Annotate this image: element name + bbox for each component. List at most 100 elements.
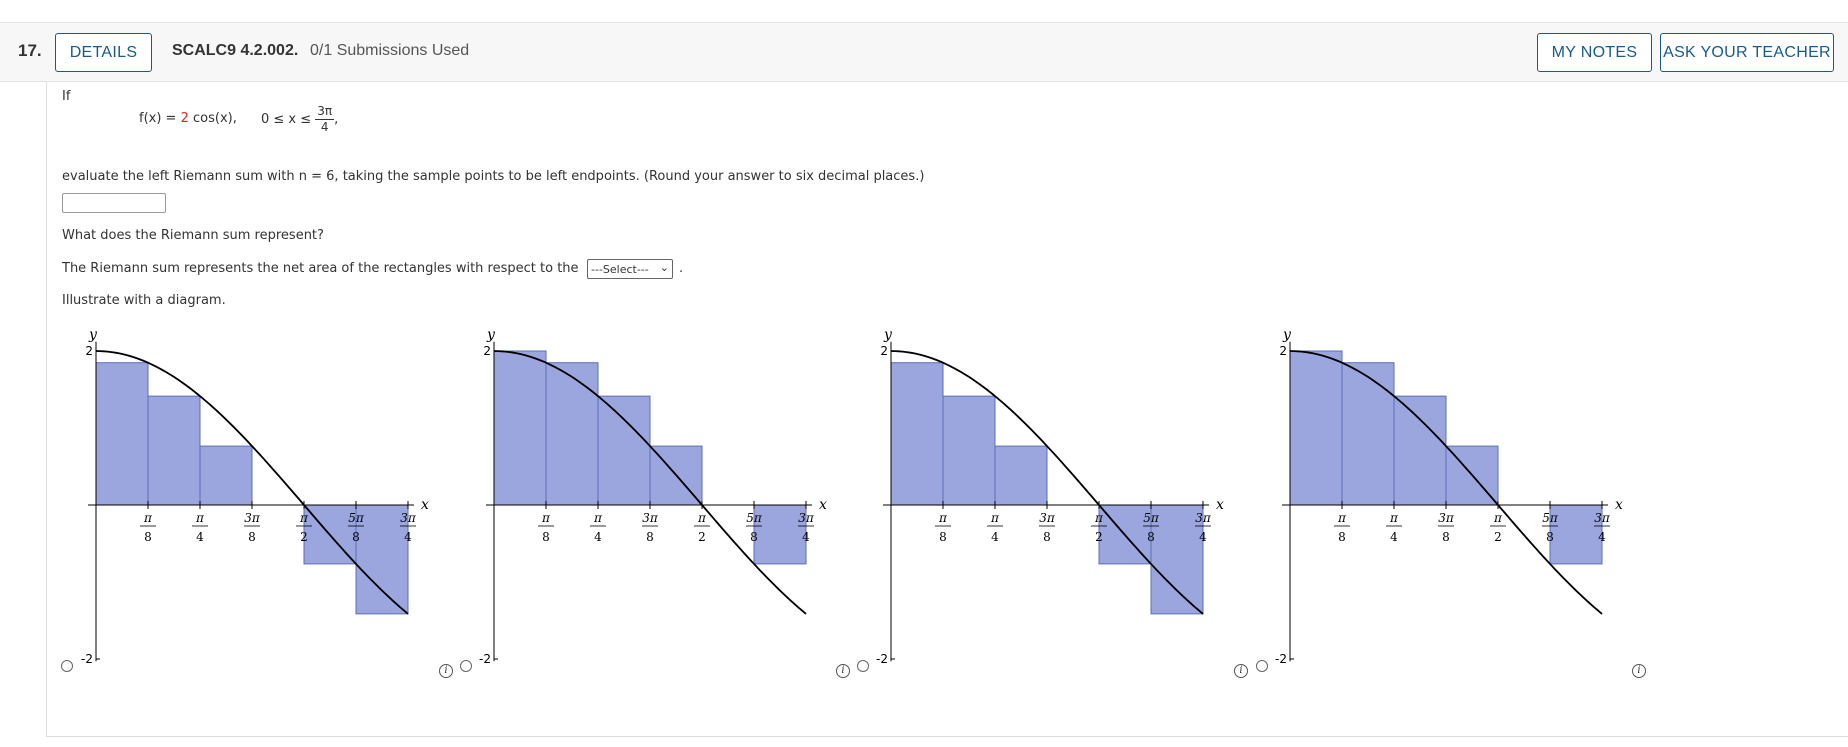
x-tick-label: π bbox=[697, 511, 707, 525]
x-tick-label: 3π bbox=[244, 511, 261, 525]
x-tick-label: 8 bbox=[1442, 530, 1450, 544]
x-tick-label: 3π bbox=[1039, 511, 1056, 525]
y-axis-label: y bbox=[486, 327, 496, 343]
x-tick-label: 5π bbox=[1542, 511, 1559, 525]
x-tick-label: π bbox=[593, 511, 603, 525]
x-tick-label: 8 bbox=[1338, 530, 1346, 544]
x-tick-label: 4 bbox=[1199, 530, 1207, 544]
domain-definition: 0 ≤ x ≤ 3π 4, bbox=[261, 104, 339, 134]
x-tick-label: 3π bbox=[1195, 511, 1212, 525]
riemann-rect bbox=[994, 445, 1048, 506]
my-notes-button[interactable]: MY NOTES bbox=[1537, 33, 1652, 72]
option-radio-2[interactable] bbox=[460, 660, 472, 672]
option-radio-3[interactable] bbox=[857, 660, 869, 672]
y-tick-label: 2 bbox=[85, 344, 93, 358]
x-tick-label: 8 bbox=[352, 530, 360, 544]
x-tick-label: 8 bbox=[542, 530, 550, 544]
x-tick-label: 5π bbox=[746, 511, 763, 525]
x-axis-label: x bbox=[421, 497, 429, 513]
x-tick-label: 4 bbox=[404, 530, 412, 544]
x-tick-label: 8 bbox=[144, 530, 152, 544]
select-tail: . bbox=[679, 261, 684, 276]
riemann-rect bbox=[1341, 362, 1395, 506]
x-tick-label: π bbox=[1337, 511, 1347, 525]
y-tick-label: -2 bbox=[81, 652, 93, 666]
riemann-rect bbox=[199, 445, 253, 506]
if-text: If bbox=[62, 89, 71, 104]
x-tick-label: 8 bbox=[750, 530, 758, 544]
ask-teacher-button[interactable]: ASK YOUR TEACHER bbox=[1660, 33, 1834, 72]
x-tick-label: 8 bbox=[248, 530, 256, 544]
x-tick-label: 4 bbox=[1598, 530, 1606, 544]
riemann-rect bbox=[147, 395, 201, 506]
represent-select[interactable]: ---Select--- ⌄ bbox=[587, 259, 673, 279]
riemann-rect bbox=[493, 350, 547, 506]
x-tick-label: 8 bbox=[1043, 530, 1051, 544]
y-tick-label: -2 bbox=[876, 652, 888, 666]
y-tick-label: 2 bbox=[1279, 344, 1287, 358]
x-tick-label: 4 bbox=[196, 530, 204, 544]
answer-input[interactable] bbox=[62, 193, 166, 213]
submissions-count: 0/1 Submissions Used bbox=[310, 42, 470, 59]
illustrate-text: Illustrate with a diagram. bbox=[62, 293, 226, 308]
x-tick-label: 5π bbox=[1143, 511, 1160, 525]
x-tick-label: 3π bbox=[642, 511, 659, 525]
y-axis-label: y bbox=[1282, 327, 1292, 343]
riemann-rect bbox=[545, 362, 599, 506]
x-tick-label: π bbox=[1389, 511, 1399, 525]
x-axis-label: x bbox=[1216, 497, 1224, 513]
x-tick-label: π bbox=[299, 511, 309, 525]
x-tick-label: π bbox=[1493, 511, 1503, 525]
x-tick-label: 8 bbox=[1147, 530, 1155, 544]
x-tick-label: π bbox=[541, 511, 551, 525]
x-tick-label: 8 bbox=[646, 530, 654, 544]
x-tick-label: 4 bbox=[802, 530, 810, 544]
x-tick-label: 8 bbox=[939, 530, 947, 544]
x-tick-label: 2 bbox=[1095, 530, 1103, 544]
x-tick-label: π bbox=[938, 511, 948, 525]
function-definition: f(x) = 2 cos(x), bbox=[139, 111, 237, 126]
y-axis-label: y bbox=[883, 327, 893, 343]
y-tick-label: 2 bbox=[483, 344, 491, 358]
riemann-rect bbox=[1393, 395, 1447, 506]
x-tick-label: 4 bbox=[1390, 530, 1398, 544]
represent-question: What does the Riemann sum represent? bbox=[62, 228, 324, 243]
riemann-rect bbox=[1289, 350, 1343, 506]
info-icon[interactable]: i bbox=[1234, 664, 1248, 678]
x-tick-label: 2 bbox=[698, 530, 706, 544]
x-axis-label: x bbox=[1615, 497, 1623, 513]
x-tick-label: 3π bbox=[400, 511, 417, 525]
x-tick-label: 3π bbox=[1594, 511, 1611, 525]
x-tick-label: π bbox=[990, 511, 1000, 525]
riemann-rect bbox=[942, 395, 996, 506]
riemann-graph-4: 2 -2 π 8 π 4 3π 8 π 2 5π 8 3π 4 x y bbox=[1275, 327, 1623, 666]
chevron-down-icon: ⌄ bbox=[659, 261, 669, 274]
x-tick-label: 3π bbox=[1438, 511, 1455, 525]
x-tick-label: 2 bbox=[300, 530, 308, 544]
y-tick-label: -2 bbox=[1275, 652, 1287, 666]
info-icon[interactable]: i bbox=[836, 664, 850, 678]
x-tick-label: 3π bbox=[798, 511, 815, 525]
instruction-text: evaluate the left Riemann sum with n = 6… bbox=[62, 169, 925, 184]
question-code: SCALC9 4.2.002. bbox=[172, 42, 299, 59]
x-tick-label: 4 bbox=[991, 530, 999, 544]
info-icon[interactable]: i bbox=[1632, 664, 1646, 678]
x-tick-label: 8 bbox=[1546, 530, 1554, 544]
x-tick-label: π bbox=[195, 511, 205, 525]
x-tick-label: π bbox=[1094, 511, 1104, 525]
riemann-graph-2: 2 -2 π 8 π 4 3π 8 π 2 5π 8 3π 4 x y bbox=[479, 327, 827, 666]
coefficient: 2 bbox=[180, 111, 189, 126]
riemann-rect bbox=[95, 362, 149, 506]
details-button[interactable]: DETAILS bbox=[55, 33, 152, 72]
represent-text: The Riemann sum represents the net area … bbox=[62, 261, 579, 276]
info-icon[interactable]: i bbox=[439, 664, 453, 678]
x-tick-label: π bbox=[143, 511, 153, 525]
riemann-rect bbox=[890, 362, 944, 506]
option-radio-1[interactable] bbox=[61, 660, 73, 672]
x-tick-label: 4 bbox=[594, 530, 602, 544]
option-radio-4[interactable] bbox=[1256, 660, 1268, 672]
riemann-graph-3: 2 -2 π 8 π 4 3π 8 π 2 5π 8 3π 4 x y bbox=[876, 327, 1224, 666]
question-number: 17. bbox=[18, 41, 42, 60]
x-tick-label: 5π bbox=[348, 511, 365, 525]
domain-fraction: 3π 4 bbox=[315, 104, 335, 134]
